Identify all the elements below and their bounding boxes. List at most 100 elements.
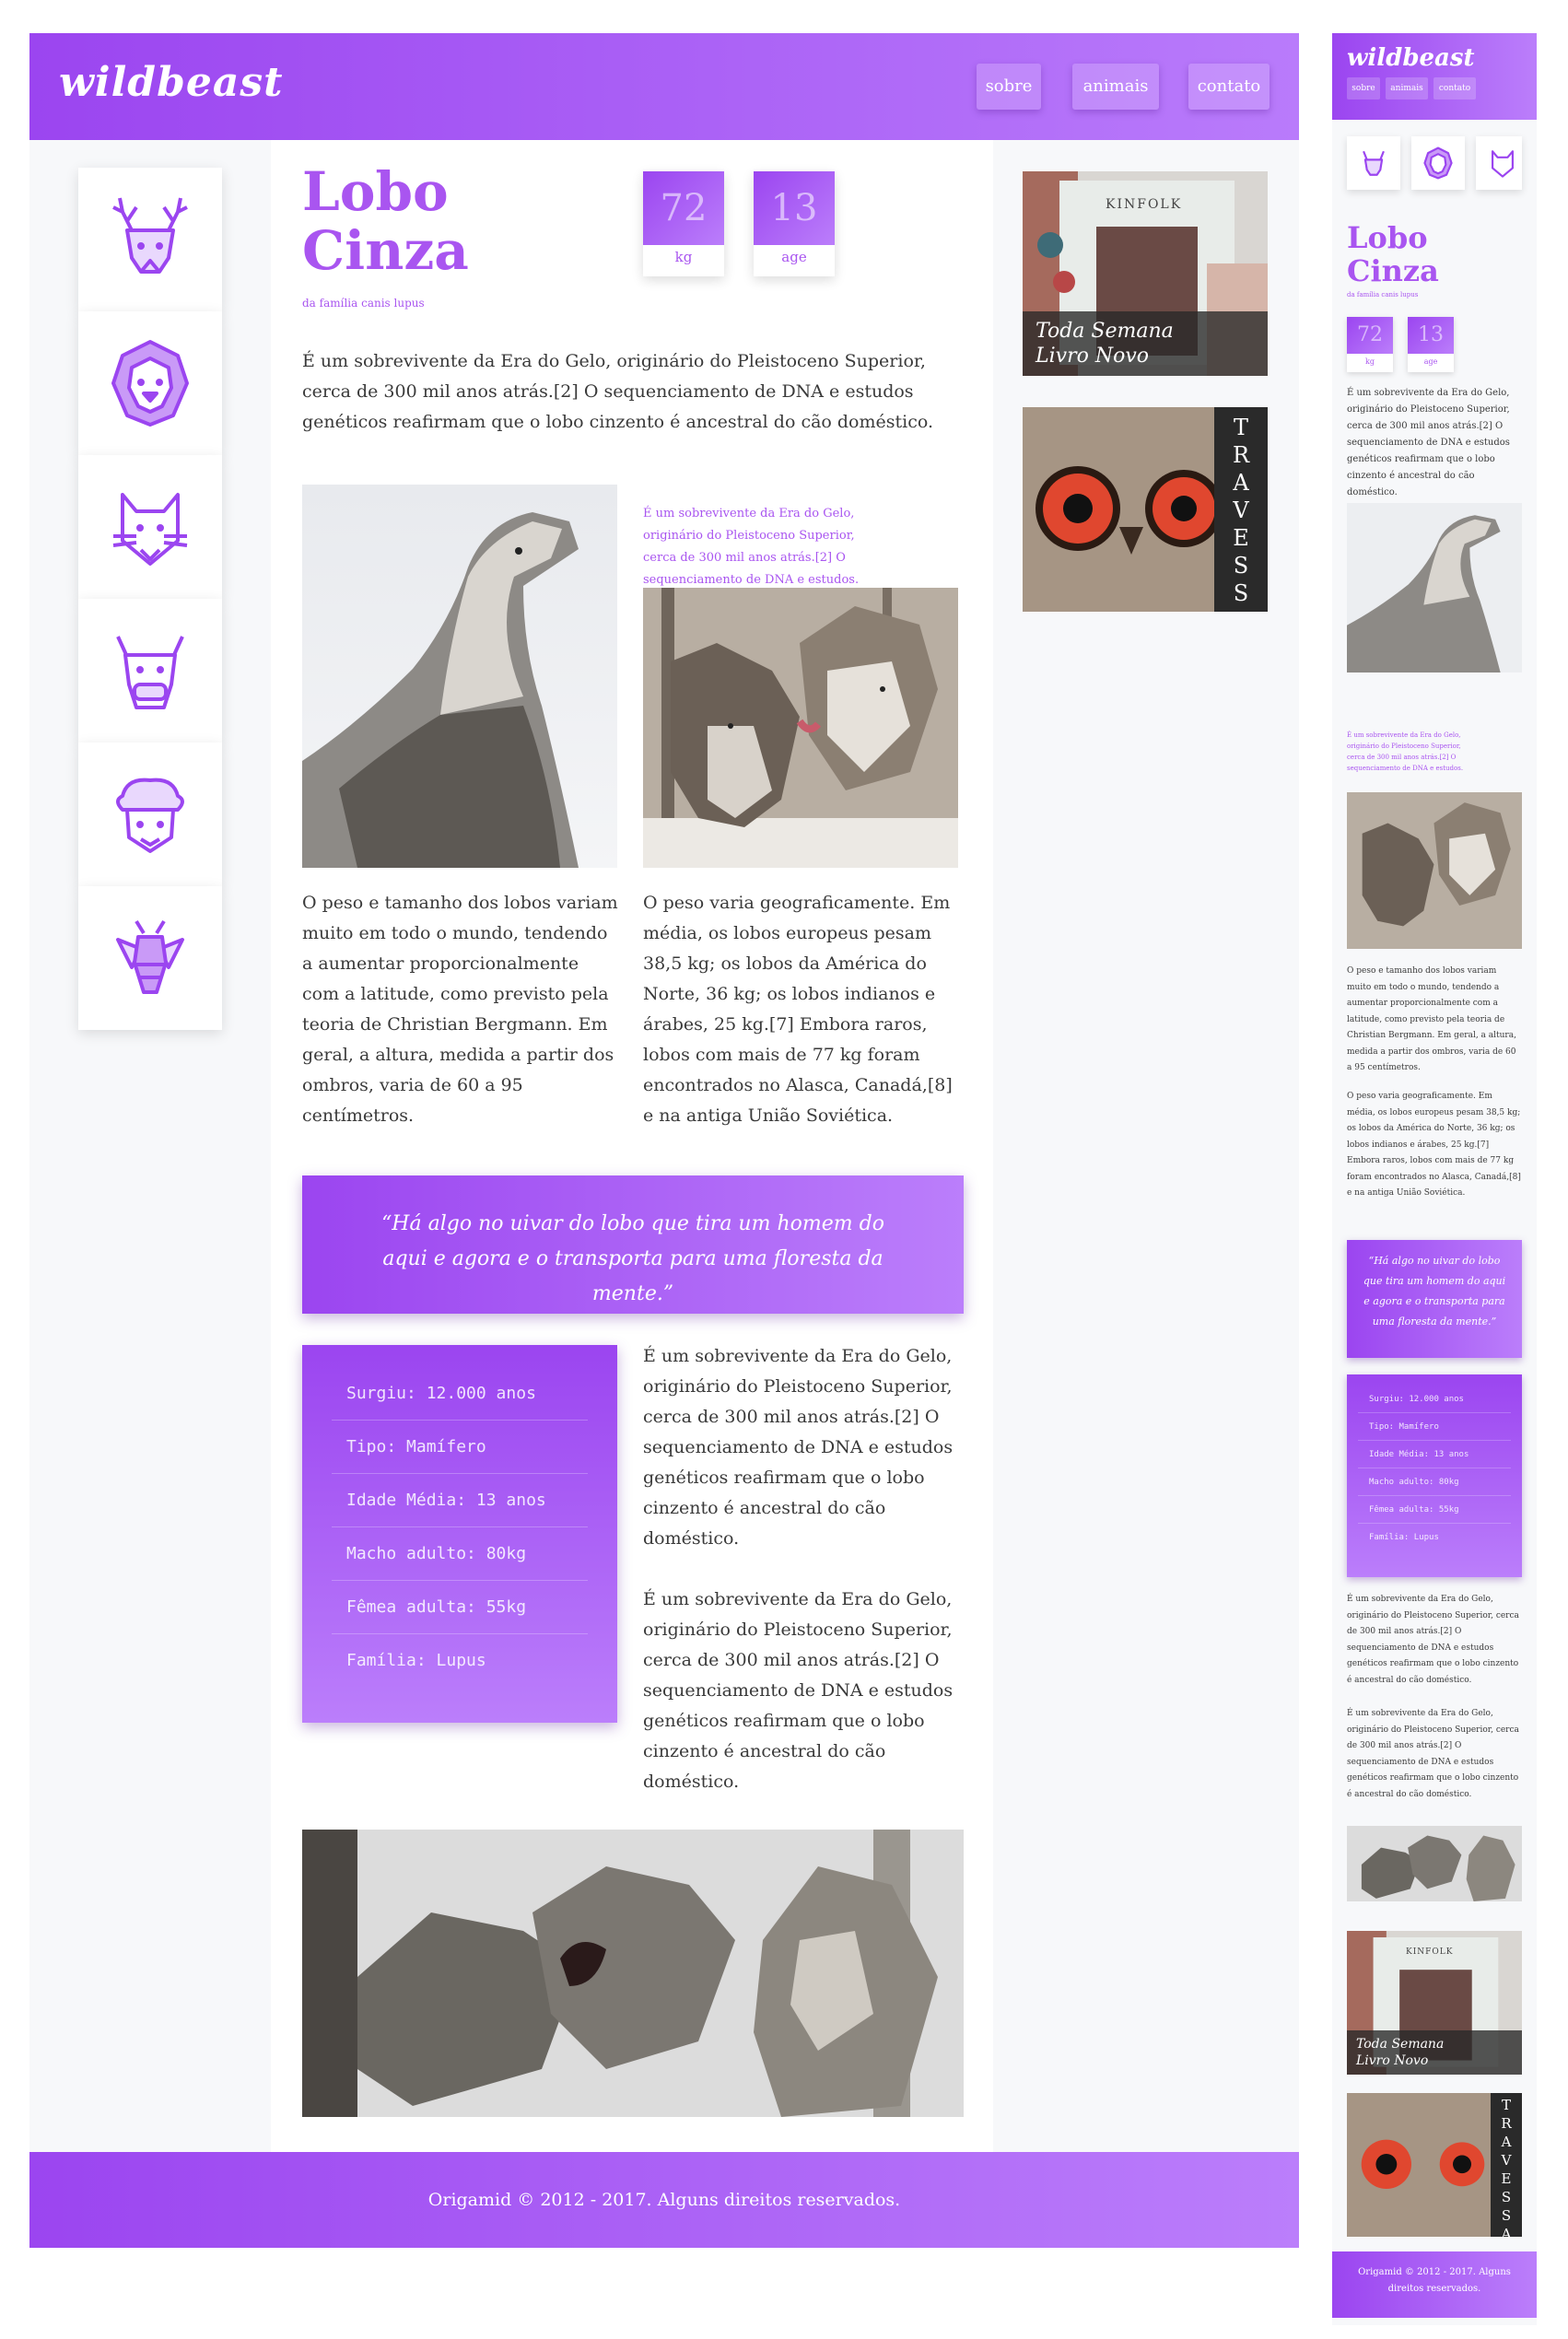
mobile-fact-item: Surgiu: 12.000 anos	[1358, 1386, 1511, 1413]
animal-link-bee[interactable]	[78, 886, 222, 1030]
mobile-stat-age-label: age	[1423, 357, 1438, 366]
size-paragraph: O peso e tamanho dos lobos variam muito …	[302, 893, 618, 1126]
fact-item: Fêmea adulta: 55kg	[332, 1581, 588, 1634]
ad-travessa-label: TRAVESSA	[1228, 415, 1254, 612]
mobile-logo[interactable]: wildbeast	[1347, 44, 1475, 72]
desktop-layout: wildbeast sobre animais contato Lobo Cin…	[29, 33, 1299, 2248]
fact-item: Idade Média: 13 anos	[332, 1474, 588, 1527]
ad-travessa[interactable]: TRAVESSA	[1023, 407, 1268, 612]
mobile-fact-item: Idade Média: 13 anos	[1358, 1441, 1511, 1468]
mobile-ad-kinfolk[interactable]: KINFOLK Toda Semana Livro Novo	[1347, 1931, 1522, 2075]
ad-kinfolk-brand: KINFOLK	[1106, 197, 1183, 212]
lion-icon	[1423, 146, 1453, 180]
mobile-photo-caption: É um sobrevivente da Era do Gelo, origin…	[1347, 731, 1464, 772]
wolf-quote: “Há algo no uivar do lobo que tira um ho…	[302, 1175, 964, 1314]
mobile-size-paragraph: O peso e tamanho dos lobos variam muito …	[1347, 966, 1516, 1072]
ad-caption-line-1: Toda Semana	[1036, 320, 1174, 343]
stat-age-value: 13	[754, 171, 835, 245]
two-wolves-photo	[643, 588, 958, 868]
mobile-layout: wildbeast sobre animais contato Lobo Cin…	[1332, 33, 1537, 2325]
mobile-ad-kinfolk-caption: Toda Semana Livro Novo	[1347, 2030, 1522, 2075]
fox-icon	[112, 493, 188, 566]
mobile-nav-animais[interactable]: animais	[1386, 77, 1428, 99]
ad-travessa-text: TRAVESSA	[1214, 407, 1268, 612]
mobile-ad-travessa-label: TRAVESSA	[1498, 2097, 1515, 2237]
fox-icon	[1492, 150, 1514, 178]
mobile-animal-link-deer[interactable]	[1347, 136, 1400, 190]
animal-link-lion[interactable]	[78, 311, 222, 455]
mobile-ad-travessa-text: TRAVESSA	[1491, 2093, 1522, 2237]
mobile-two-wolves-photo	[1347, 792, 1522, 949]
nav-contato[interactable]: contato	[1188, 64, 1270, 110]
mobile-side-paragraph-1: É um sobrevivente da Era do Gelo, origin…	[1347, 1595, 1519, 1685]
mobile-fact-item: Família: Lupus	[1369, 1533, 1439, 1542]
deer-icon	[112, 197, 188, 274]
article-subtitle: da família canis lupus	[302, 297, 425, 310]
wolf-howling-photo	[302, 485, 617, 868]
mobile-title-line-2: Cinza	[1347, 253, 1439, 288]
mobile-wolf-howling-photo	[1347, 503, 1522, 672]
title-line-1: Lobo	[302, 160, 449, 223]
mobile-ad-caption-line-2: Livro Novo	[1356, 2053, 1429, 2068]
mobile-stat-weight-label: kg	[1365, 357, 1375, 366]
bee-icon	[116, 919, 184, 994]
stat-age: 13 age	[754, 171, 835, 276]
mobile-fact-item: Macho adulto: 80kg	[1358, 1468, 1511, 1496]
intro-paragraph: É um sobrevivente da Era do Gelo, origin…	[302, 351, 934, 432]
mobile-ad-travessa[interactable]: TRAVESSA	[1347, 2093, 1522, 2237]
mobile-title-line-1: Lobo	[1347, 220, 1428, 255]
ad-caption-line-2: Livro Novo	[1036, 345, 1149, 368]
site-logo[interactable]: wildbeast	[59, 59, 283, 106]
mobile-ad-caption-line-1: Toda Semana	[1356, 2037, 1445, 2052]
bull-icon	[116, 636, 184, 709]
animal-link-bull[interactable]	[78, 599, 222, 743]
mobile-wolf-quote: “Há algo no uivar do lobo que tira um ho…	[1347, 1240, 1522, 1358]
sheep-icon	[116, 778, 184, 853]
nav-animais[interactable]: animais	[1072, 64, 1159, 110]
mobile-fact-item: Fêmea adulta: 55kg	[1358, 1496, 1511, 1524]
mobile-animal-link-fox[interactable]	[1476, 136, 1522, 190]
deer-icon	[1363, 150, 1385, 176]
nav-sobre[interactable]: sobre	[977, 64, 1041, 110]
site-footer: Origamid © 2012 - 2017. Alguns direitos …	[29, 2152, 1299, 2248]
mobile-animal-link-lion[interactable]	[1411, 136, 1465, 190]
mobile-ad-kinfolk-brand: KINFOLK	[1406, 1947, 1454, 1957]
ad-kinfolk[interactable]: KINFOLK Toda Semana Livro Novo	[1023, 171, 1268, 376]
fact-item: Família: Lupus	[346, 1651, 486, 1670]
stat-age-label: age	[781, 249, 807, 265]
mobile-stat-weight: 72 kg	[1347, 317, 1393, 372]
mobile-side-paragraph-2: É um sobrevivente da Era do Gelo, origin…	[1347, 1709, 1519, 1799]
mobile-wolves-pack-photo	[1347, 1826, 1522, 1901]
mobile-stat-age-value: 13	[1408, 317, 1454, 354]
mobile-article-title: Lobo Cinza	[1347, 221, 1439, 287]
mobile-nav-contato[interactable]: contato	[1433, 77, 1476, 99]
animal-sidebar	[29, 140, 271, 2152]
fact-item: Macho adulto: 80kg	[332, 1527, 588, 1581]
mobile-weight-paragraph: O peso varia geograficamente. Em média, …	[1347, 1092, 1521, 1198]
weight-paragraph: O peso varia geograficamente. Em média, …	[643, 893, 953, 1126]
side-paragraph-1: É um sobrevivente da Era do Gelo, origin…	[643, 1346, 954, 1549]
stat-weight: 72 kg	[643, 171, 724, 276]
mobile-nav-sobre[interactable]: sobre	[1347, 77, 1380, 99]
fact-item: Tipo: Mamífero	[332, 1421, 588, 1474]
ad-kinfolk-caption: Toda Semana Livro Novo	[1023, 311, 1268, 376]
facts-card: Surgiu: 12.000 anos Tipo: Mamífero Idade…	[302, 1345, 617, 1723]
animal-link-fox[interactable]	[78, 455, 222, 599]
animal-link-sheep[interactable]	[78, 743, 222, 886]
side-paragraph-2: É um sobrevivente da Era do Gelo, origin…	[643, 1589, 954, 1792]
photo-caption: É um sobrevivente da Era do Gelo, origin…	[643, 507, 860, 587]
animal-link-deer[interactable]	[78, 168, 222, 311]
fact-item: Surgiu: 12.000 anos	[332, 1367, 588, 1421]
mobile-intro-paragraph: É um sobrevivente da Era do Gelo, origin…	[1347, 388, 1510, 497]
mobile-header: wildbeast sobre animais contato	[1332, 33, 1537, 120]
lion-icon	[111, 340, 189, 427]
wolves-pack-photo	[302, 1830, 964, 2117]
mobile-article-subtitle: da família canis lupus	[1347, 291, 1419, 298]
mobile-stat-age: 13 age	[1408, 317, 1454, 372]
mobile-fact-item: Tipo: Mamífero	[1358, 1413, 1511, 1441]
title-line-2: Cinza	[302, 219, 469, 282]
site-header: wildbeast sobre animais contato	[29, 33, 1299, 140]
mobile-footer: Origamid © 2012 - 2017. Alguns direitos …	[1332, 2251, 1537, 2318]
stat-weight-value: 72	[643, 171, 724, 245]
article-title: Lobo Cinza	[302, 162, 542, 280]
